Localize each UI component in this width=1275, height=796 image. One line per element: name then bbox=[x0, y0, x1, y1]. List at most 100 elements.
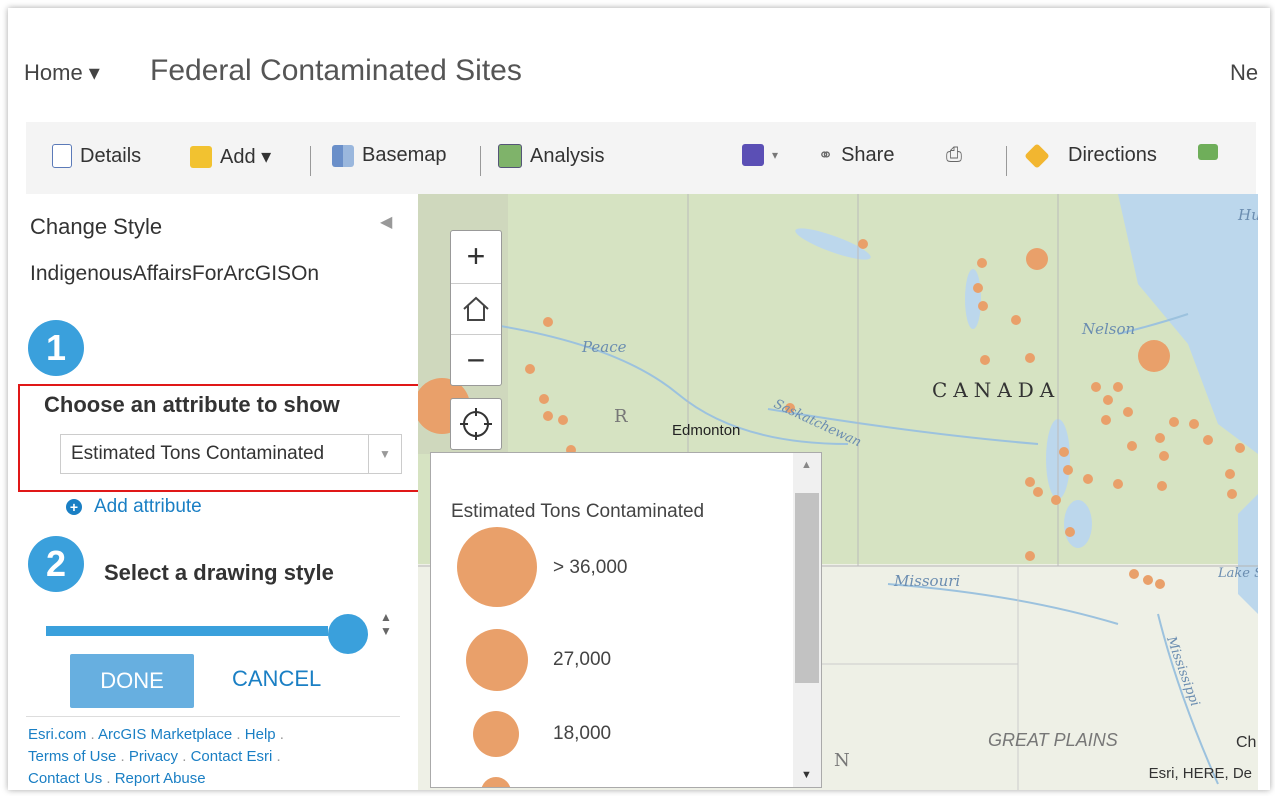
details-label: Details bbox=[80, 144, 142, 167]
measure-icon bbox=[1198, 144, 1218, 160]
footer-link-terms[interactable]: Terms of Use bbox=[28, 748, 116, 765]
document-icon bbox=[52, 144, 72, 168]
footer-divider bbox=[26, 716, 400, 717]
analysis-button[interactable]: Analysis bbox=[498, 144, 604, 168]
map-label-lake-superior: Lake Superior bbox=[1218, 566, 1258, 581]
home-menu[interactable]: Home ▾ bbox=[24, 60, 100, 86]
legend-panel: Estimated Tons Contaminated > 36,000 27,… bbox=[430, 452, 822, 788]
app-window: Home ▾ Federal Contaminated Sites Ne Det… bbox=[8, 8, 1270, 790]
directions-icon bbox=[1024, 142, 1050, 169]
change-style-panel: Change Style ◀ IndigenousAffairsForArcGI… bbox=[8, 194, 420, 790]
map-label-rockies: R bbox=[614, 406, 628, 427]
map-attribution: Esri, HERE, De bbox=[1148, 765, 1252, 782]
legend-symbol-small bbox=[473, 711, 519, 757]
separator: . bbox=[90, 726, 95, 743]
separator: . bbox=[120, 748, 125, 765]
toolbar-divider bbox=[480, 146, 481, 176]
map-label-great-plains: GREAT PLAINS bbox=[988, 730, 1118, 750]
attribute-select-value: Estimated Tons Contaminated bbox=[71, 443, 325, 464]
measure-button[interactable] bbox=[1198, 144, 1218, 160]
legend-title: Estimated Tons Contaminated bbox=[451, 501, 705, 522]
map-label-canada: CANADA bbox=[932, 378, 1061, 402]
home-icon bbox=[463, 296, 489, 321]
map-label-peace: Peace bbox=[582, 338, 627, 356]
plus-circle-icon: + bbox=[66, 499, 82, 515]
map-label-nelson: Nelson bbox=[1082, 320, 1136, 338]
legend-item-label: 27,000 bbox=[553, 649, 612, 670]
truncated-header-link[interactable]: Ne bbox=[1230, 60, 1258, 86]
add-button[interactable]: Add ▾ bbox=[190, 144, 271, 169]
basemap-label: Basemap bbox=[362, 144, 447, 166]
map-label-missouri: Missouri bbox=[894, 572, 961, 590]
separator: . bbox=[182, 748, 187, 765]
page-title: Federal Contaminated Sites bbox=[150, 54, 522, 87]
footer-link-help[interactable]: Help bbox=[245, 726, 276, 743]
details-button[interactable]: Details bbox=[52, 144, 141, 168]
separator: . bbox=[106, 770, 111, 787]
footer-link-privacy[interactable]: Privacy bbox=[129, 748, 178, 765]
footer-link-marketplace[interactable]: ArcGIS Marketplace bbox=[98, 726, 232, 743]
analysis-label: Analysis bbox=[530, 144, 605, 167]
share-button[interactable]: ⚭ Share bbox=[818, 144, 894, 167]
add-attribute-label: Add attribute bbox=[94, 496, 202, 517]
map-label-chicago: Ch bbox=[1236, 734, 1257, 751]
map-label-n: N bbox=[834, 750, 850, 771]
locate-crosshair-icon bbox=[460, 408, 492, 440]
save-dropdown-caret: ▾ bbox=[772, 148, 779, 162]
home-extent-button[interactable] bbox=[451, 283, 501, 335]
legend-symbol-partial bbox=[481, 777, 511, 787]
legend-item-label: 18,000 bbox=[553, 723, 612, 744]
zoom-out-button[interactable]: − bbox=[451, 335, 501, 385]
footer-link-contact-esri[interactable]: Contact Esri bbox=[191, 748, 273, 765]
toolbar-divider bbox=[310, 146, 311, 176]
legend-item-label: > 36,000 bbox=[553, 557, 628, 578]
footer-link-esri[interactable]: Esri.com bbox=[28, 726, 86, 743]
locate-button[interactable] bbox=[450, 398, 502, 450]
separator: . bbox=[276, 748, 281, 765]
link-icon: ⚭ bbox=[818, 145, 834, 165]
add-label: Add ▾ bbox=[220, 146, 272, 168]
legend-symbol-large bbox=[457, 527, 537, 607]
drawing-style-bar bbox=[46, 626, 328, 636]
printer-icon: ⎙ bbox=[946, 144, 962, 166]
zoom-in-button[interactable]: + bbox=[451, 231, 501, 281]
cancel-button[interactable]: CANCEL bbox=[232, 666, 321, 692]
scroll-up-icon[interactable]: ▲ bbox=[801, 459, 812, 471]
print-button[interactable]: ⎙ bbox=[946, 144, 962, 167]
toolbar-divider bbox=[1006, 146, 1007, 176]
footer-link-contact-us[interactable]: Contact Us bbox=[28, 770, 102, 787]
directions-button[interactable]: Directions bbox=[1024, 142, 1157, 169]
share-label: Share bbox=[841, 144, 895, 166]
floppy-disk-icon bbox=[742, 144, 764, 166]
layer-name: IndigenousAffairsForArcGISOn bbox=[30, 262, 320, 285]
map-label-edmonton: Edmonton bbox=[672, 422, 741, 439]
choose-attribute-label: Choose an attribute to show bbox=[44, 392, 340, 417]
scroll-thumb[interactable] bbox=[795, 493, 819, 683]
scroll-down-icon[interactable]: ▼ bbox=[801, 769, 812, 781]
add-attribute-link[interactable]: + Add attribute bbox=[66, 496, 202, 518]
drawing-style-option[interactable] bbox=[328, 614, 368, 654]
scroll-spinner[interactable]: ▲ ▼ bbox=[380, 610, 392, 638]
directions-label: Directions bbox=[1068, 144, 1157, 166]
step-2-badge: 2 bbox=[28, 536, 84, 592]
panel-title: Change Style bbox=[30, 214, 163, 239]
legend-scrollbar[interactable]: ▲ ▼ bbox=[793, 453, 821, 787]
drawing-style-label: Select a drawing style bbox=[104, 560, 334, 585]
legend-symbol-medium bbox=[466, 629, 528, 691]
step-1-badge: 1 bbox=[28, 320, 84, 376]
save-button[interactable]: ▾ bbox=[742, 144, 778, 166]
basemap-grid-icon bbox=[332, 144, 354, 167]
separator: . bbox=[236, 726, 241, 743]
chevron-down-icon[interactable]: ▼ bbox=[368, 435, 401, 473]
done-button[interactable]: DONE bbox=[70, 654, 194, 708]
add-layer-icon bbox=[190, 145, 212, 168]
separator: . bbox=[279, 726, 284, 743]
collapse-panel-icon[interactable]: ◀ bbox=[380, 212, 392, 232]
basemap-button[interactable]: Basemap bbox=[332, 144, 447, 167]
analysis-icon bbox=[498, 144, 522, 168]
footer-links: Esri.com . ArcGIS Marketplace . Help . T… bbox=[28, 724, 408, 790]
toolbar: Details Add ▾ Basemap Analysis ▾ ⚭ Share… bbox=[26, 122, 1256, 194]
footer-link-report-abuse[interactable]: Report Abuse bbox=[115, 770, 206, 787]
header-bar: Home ▾ Federal Contaminated Sites Ne bbox=[8, 8, 1270, 128]
attribute-select[interactable]: Estimated Tons Contaminated ▼ bbox=[60, 434, 402, 474]
